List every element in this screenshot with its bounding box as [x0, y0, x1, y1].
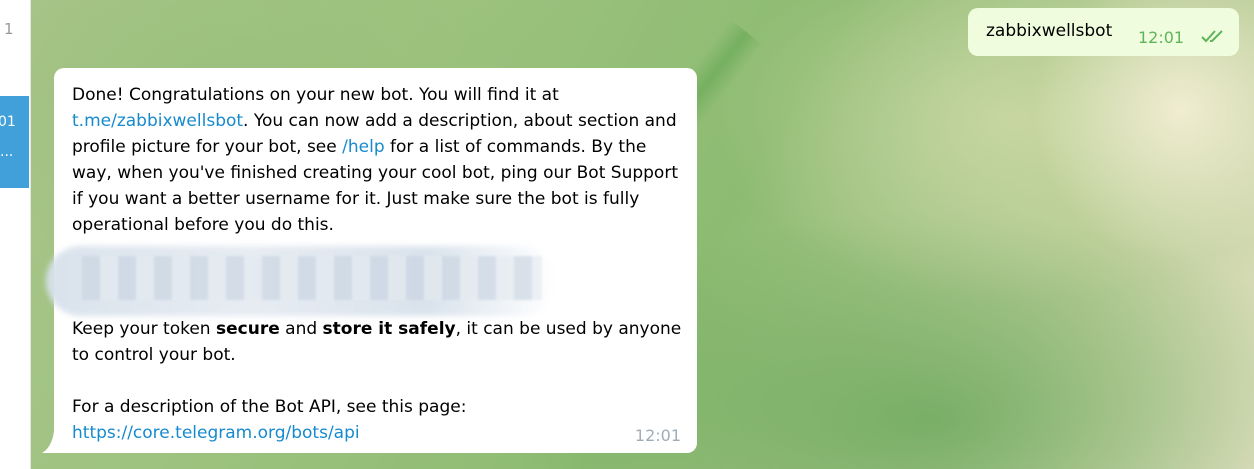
chat-list-item-time: 01: [0, 114, 16, 130]
chat-list-item-active[interactable]: 01 ...: [0, 96, 29, 188]
text-span: Keep your token: [72, 319, 216, 339]
outgoing-message[interactable]: zabbixwellsbot 12:01: [968, 8, 1239, 56]
bold-text: secure: [216, 319, 280, 339]
token-blur-pixels: [82, 256, 542, 300]
outgoing-message-time: 12:01: [1138, 28, 1185, 47]
text-span: and: [279, 319, 323, 339]
message-paragraph-3: For a description of the Bot API, see th…: [72, 394, 684, 446]
incoming-message-time: 12:01: [634, 426, 681, 445]
message-paragraph-1: Done! Congratulations on your new bot. Y…: [72, 82, 684, 238]
incoming-message[interactable]: Done! Congratulations on your new bot. Y…: [46, 68, 697, 453]
chat-list-count: 1: [4, 20, 14, 38]
incoming-message-text: Done! Congratulations on your new bot. Y…: [46, 82, 684, 446]
help-command-link[interactable]: /help: [342, 137, 384, 157]
chat-list-sidebar: 1 01 ...: [0, 0, 31, 469]
bot-link[interactable]: t.me/zabbixwellsbot: [72, 111, 243, 131]
bot-api-link[interactable]: https://core.telegram.org/bots/api: [72, 423, 360, 443]
token-redacted: [46, 238, 684, 316]
text-span: Done! Congratulations on your new bot. Y…: [72, 85, 559, 105]
message-paragraph-2: Keep your token secure and store it safe…: [72, 316, 684, 368]
bold-text: store it safely: [322, 319, 456, 339]
outgoing-message-text: zabbixwellsbot: [986, 21, 1113, 41]
chat-list-item-preview: ...: [0, 144, 14, 160]
text-span: For a description of the Bot API, see th…: [72, 397, 467, 417]
double-check-icon: [1201, 30, 1223, 43]
